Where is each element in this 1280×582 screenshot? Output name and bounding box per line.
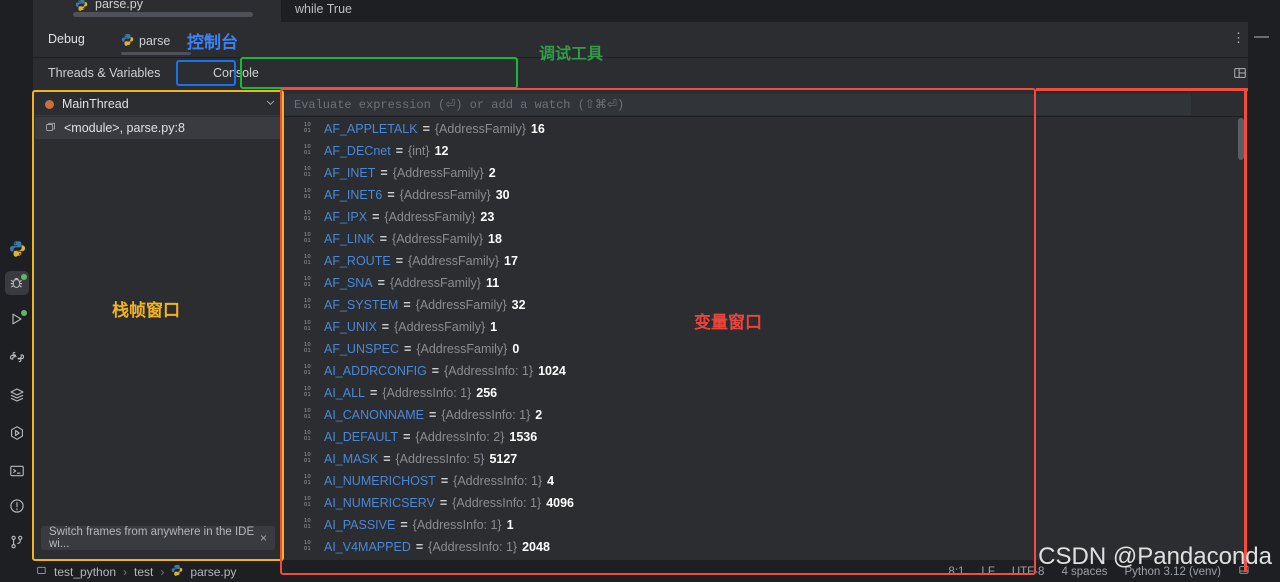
tab-threads-and-variables[interactable]: Threads & Variables bbox=[48, 66, 160, 80]
python-run-icon bbox=[121, 33, 134, 49]
more-options-icon[interactable]: ⋮ bbox=[1232, 30, 1245, 46]
run-configuration-tab[interactable]: parse bbox=[121, 30, 170, 52]
editor-top-strip: parse.py while True bbox=[0, 0, 1280, 22]
editor-tab-underline bbox=[73, 12, 253, 17]
annotation-box-variables-top-extension bbox=[1036, 88, 1248, 91]
editor-tab-label: parse.py bbox=[95, 0, 143, 11]
annotation-box-frames bbox=[32, 90, 284, 561]
git-icon[interactable] bbox=[5, 530, 29, 554]
annotation-label-variables: 变量窗口 bbox=[694, 313, 762, 332]
editor-code-line: while True bbox=[281, 0, 1248, 22]
run-icon[interactable] bbox=[5, 307, 29, 331]
right-gutter bbox=[1248, 0, 1280, 582]
breadcrumb: test_python › test › parse.py bbox=[36, 564, 236, 579]
python-console-icon[interactable] bbox=[5, 345, 29, 369]
python-icon[interactable] bbox=[5, 236, 29, 260]
terminal-icon[interactable] bbox=[5, 459, 29, 483]
annotation-box-console bbox=[176, 60, 236, 86]
annotation-label-console: 控制台 bbox=[187, 33, 238, 52]
annotation-label-frames: 栈帧窗口 bbox=[112, 301, 180, 320]
breadcrumb-item-2[interactable]: parse.py bbox=[190, 565, 236, 579]
run-configuration-label: parse bbox=[139, 34, 171, 48]
breadcrumb-item-1[interactable]: test bbox=[134, 565, 153, 579]
run-tab-underline bbox=[121, 52, 191, 55]
watermark: CSDN @Pandaconda bbox=[1038, 543, 1272, 570]
editor-code-text: while True bbox=[295, 2, 352, 16]
minimize-icon[interactable]: — bbox=[1254, 28, 1269, 45]
breadcrumb-file-icon bbox=[171, 564, 183, 579]
problems-icon[interactable] bbox=[5, 494, 29, 518]
run-active-dot bbox=[21, 310, 27, 316]
annotation-box-variables bbox=[280, 88, 1036, 575]
services-icon[interactable] bbox=[5, 421, 29, 445]
breadcrumb-project-icon bbox=[36, 565, 47, 579]
left-tool-rail bbox=[0, 0, 33, 582]
python-file-icon bbox=[75, 0, 88, 11]
debug-window-title: Debug bbox=[48, 32, 85, 46]
breadcrumb-separator: › bbox=[160, 564, 165, 579]
annotation-box-toolbar bbox=[240, 57, 518, 89]
annotation-box-variables-right-extension bbox=[1244, 88, 1247, 572]
layout-settings-icon[interactable] bbox=[1233, 66, 1247, 83]
annotation-label-toolbar: 调试工具 bbox=[539, 46, 604, 63]
debug-icon[interactable] bbox=[5, 271, 29, 295]
breadcrumb-item-0[interactable]: test_python bbox=[54, 565, 116, 579]
breadcrumb-separator: › bbox=[123, 564, 128, 579]
layers-icon[interactable] bbox=[5, 383, 29, 407]
debug-active-dot bbox=[21, 274, 27, 280]
editor-tab-parse-py[interactable]: parse.py bbox=[33, 0, 281, 22]
